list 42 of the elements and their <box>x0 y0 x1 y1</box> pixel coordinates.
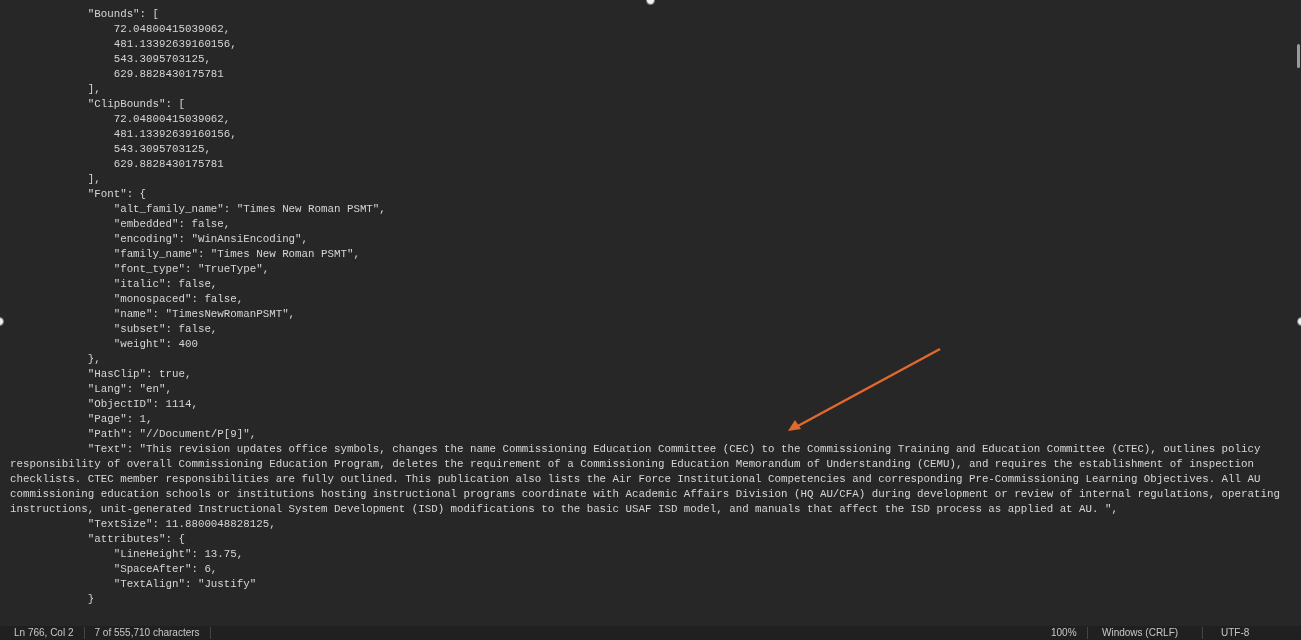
code-line: ], <box>86 82 102 97</box>
code-line: "SpaceAfter": 6, <box>112 562 219 577</box>
code-line: "weight": 400 <box>112 337 199 352</box>
code-line: ], <box>86 172 102 187</box>
code-line: "Bounds": [ <box>86 7 161 22</box>
zoom-level[interactable]: 100% <box>1041 627 1088 639</box>
encoding[interactable]: UTF-8 <box>1203 627 1301 639</box>
code-line: 72.04800415039062, <box>112 112 232 127</box>
line-ending[interactable]: Windows (CRLF) <box>1088 627 1203 639</box>
code-line: 629.8828430175781 <box>112 157 225 172</box>
code-line: "Page": 1, <box>86 412 154 427</box>
scrollbar-thumb[interactable] <box>1297 44 1300 68</box>
code-line: 543.3095703125, <box>112 52 212 67</box>
code-line: "name": "TimesNewRomanPSMT", <box>112 307 297 322</box>
code-line: 72.04800415039062, <box>112 22 232 37</box>
code-line: 629.8828430175781 <box>112 67 225 82</box>
code-line: "HasClip": true, <box>86 367 193 382</box>
code-line: "Lang": "en", <box>86 382 173 397</box>
code-line: "alt_family_name": "Times New Roman PSMT", <box>112 202 387 217</box>
code-line: "LineHeight": 13.75, <box>112 547 245 562</box>
code-line: "ClipBounds": [ <box>86 97 186 112</box>
code-line: "embedded": false, <box>112 217 232 232</box>
code-line: "TextSize": 11.8800048828125, <box>86 517 277 532</box>
code-line: 481.13392639160156, <box>112 127 238 142</box>
code-line: "attributes": { <box>86 532 186 547</box>
code-line: "monospaced": false, <box>112 292 245 307</box>
code-line: "TextAlign": "Justify" <box>112 577 258 592</box>
code-line: "subset": false, <box>112 322 219 337</box>
code-line: "encoding": "WinAnsiEncoding", <box>112 232 310 247</box>
code-line: 481.13392639160156, <box>112 37 238 52</box>
code-line: 543.3095703125, <box>112 142 212 157</box>
cursor-position[interactable]: Ln 766, Col 2 <box>0 627 85 639</box>
code-line: "family_name": "Times New Roman PSMT", <box>112 247 361 262</box>
code-line: }, <box>86 352 102 367</box>
code-line: } <box>86 592 96 607</box>
character-count: 7 of 555,710 characters <box>84 627 211 639</box>
code-line: "font_type": "TrueType", <box>112 262 271 277</box>
code-line: "ObjectID": 1114, <box>86 397 199 412</box>
code-line: "Path": "//Document/P[9]", <box>86 427 258 442</box>
code-line: "Text": "This revision updates office symbols, changes the name Commissioning Education Committee (CEC) to the Commissioning Training and Education Committee (CTEC), outlines policy responsibility of overall Commissioning Education Program, deletes the requirement of a Commissioning Education Memorandum of Understanding (CEMU), and requires the establishment of inspection checklists. CTEC member responsibilities are fully outlined. This publication also lists the Air Force Institutional Competencies and corresponding Pre-Commissioning Learning Objectives. All AU commissioning education schools or institutions hosting instructional programs coordinate with Academic Affairs Division (HQ AU/CFA) during development or review of internal regulations, operating instructions, unit-generated Instructional System Development (ISD) modifications to the basic USAF ISD model, and manuals that affect the ISD process as applied at AU. ", <box>10 442 1281 517</box>
code-line: "Font": { <box>86 187 148 202</box>
code-line: "italic": false, <box>112 277 219 292</box>
